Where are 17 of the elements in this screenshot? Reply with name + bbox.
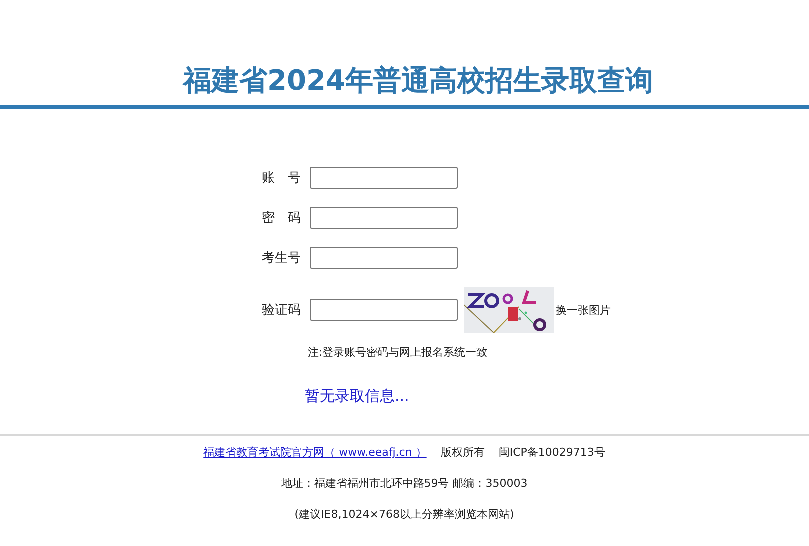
browser-advice-text: (建议IE8,1024×768以上分辨率浏览本网站) — [294, 507, 514, 522]
field-label: 验证码 — [262, 302, 302, 319]
copyright-text: 版权所有 — [440, 445, 485, 460]
note-text: 注:登录账号密码与网上报名系统一致 — [308, 345, 489, 361]
page-title: 福建省2024年普通高校招生录取查询 — [184, 63, 654, 99]
field-label: 账 号 — [262, 170, 302, 187]
refresh-captcha-link[interactable]: 换一张图片 — [556, 302, 611, 318]
result-message: 暂无录取信息... — [305, 386, 410, 406]
input-field[interactable] — [310, 247, 458, 269]
input-field[interactable] — [310, 167, 458, 189]
input-field[interactable] — [310, 207, 458, 229]
input-field[interactable] — [310, 299, 458, 321]
address-text: 地址：福建省福州市北环中路59号 邮编：350003 — [281, 476, 528, 491]
icp-text: 闽ICP备10029713号 — [498, 445, 606, 460]
field-label: 考生号 — [262, 250, 302, 267]
website-link[interactable]: 福建省教育考试院官方网（ www.eeafj.cn ） — [204, 445, 427, 460]
field-label: 密 码 — [262, 210, 302, 227]
